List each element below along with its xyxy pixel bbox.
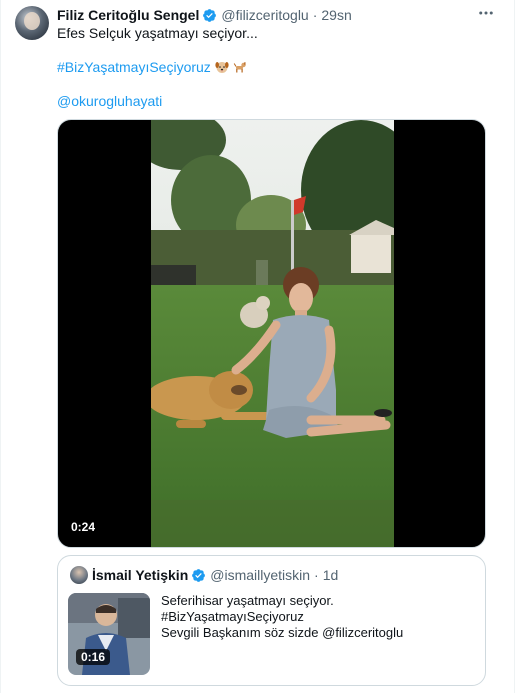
quoted-tweet[interactable]: İsmail Yetişkin @ismaillyetiskin · 1d 0:… [57, 555, 486, 686]
quoted-author-handle[interactable]: @ismaillyetiskin [210, 567, 310, 583]
verified-badge-icon [203, 8, 217, 22]
mention-link[interactable]: @okurogluhayati [57, 93, 162, 109]
quoted-text-line: Sevgili Başkanım söz sizde @filizceritog… [161, 625, 404, 640]
video-frame [151, 120, 394, 547]
video-duration: 0:24 [66, 519, 101, 535]
tweet[interactable]: Filiz Ceritoğlu Sengel @filizceritoglu ·… [0, 0, 515, 693]
quoted-tweet-text: Seferihisar yaşatmayı seçiyor. #BizYaşat… [161, 593, 403, 641]
quoted-text-line: #BizYaşatmayıSeçiyoruz [161, 609, 304, 624]
author-avatar[interactable] [15, 6, 49, 40]
quoted-author-avatar[interactable] [70, 566, 88, 584]
quoted-timestamp[interactable]: 1d [323, 567, 339, 583]
verified-badge-icon [192, 568, 206, 582]
quoted-text-line: Seferihisar yaşatmayı seçiyor. [161, 593, 334, 608]
quoted-tweet-header: İsmail Yetişkin @ismaillyetiskin · 1d [92, 566, 338, 584]
timestamp[interactable]: 29sn [321, 7, 351, 23]
separator: · [314, 567, 319, 583]
quoted-author-name[interactable]: İsmail Yetişkin [92, 567, 188, 583]
author-handle[interactable]: @filizceritoglu [221, 7, 308, 23]
tweet-header: Filiz Ceritoğlu Sengel @filizceritoglu ·… [57, 6, 352, 24]
dog-emoji-icon [233, 62, 246, 73]
video-player[interactable]: 0:24 [57, 119, 486, 548]
separator: · [312, 7, 318, 23]
hashtag-link[interactable]: #BizYaşatmayıSeçiyoruz [57, 59, 211, 75]
quoted-video-duration: 0:16 [76, 649, 111, 665]
hashtag-line: #BizYaşatmayıSeçiyoruz [57, 59, 247, 75]
more-options-icon[interactable] [476, 4, 496, 24]
tweet-text: Efes Selçuk yaşatmayı seçiyor... [57, 25, 258, 41]
dog-face-emoji-icon [215, 62, 229, 73]
quoted-video-thumbnail[interactable]: 0:16 [68, 593, 150, 675]
author-name[interactable]: Filiz Ceritoğlu Sengel [57, 7, 199, 23]
